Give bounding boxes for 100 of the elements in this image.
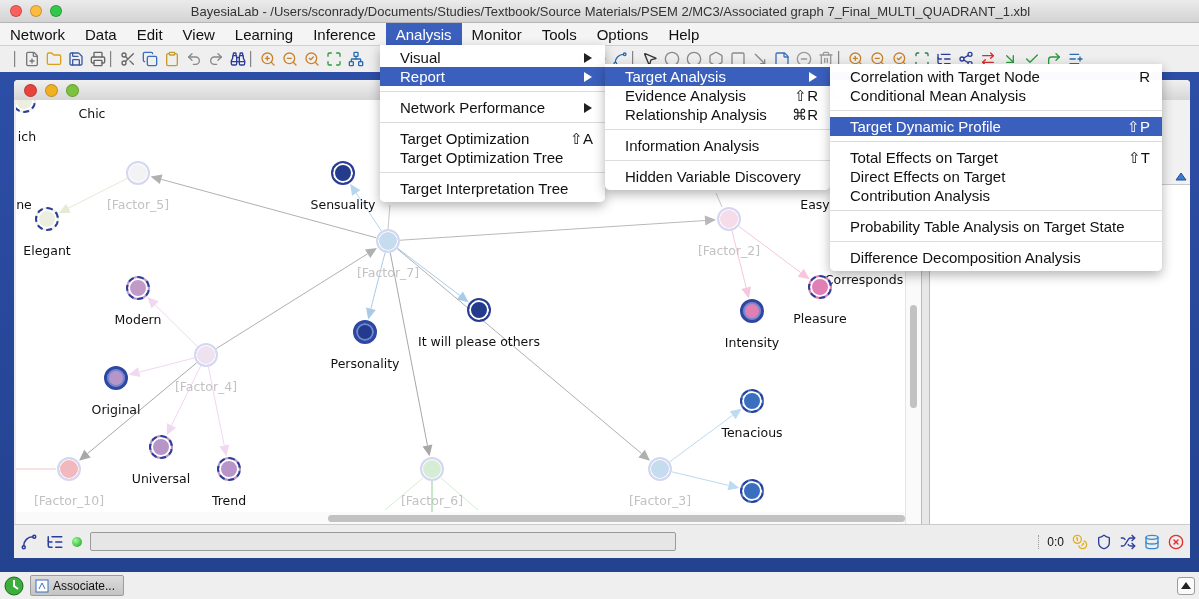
folder-icon[interactable] xyxy=(46,51,62,67)
graph-node[interactable] xyxy=(217,457,241,481)
graph-node[interactable] xyxy=(740,479,764,503)
copy-icon[interactable] xyxy=(142,51,158,67)
menu-item[interactable]: Target Optimization Tree xyxy=(380,148,605,167)
node-label: Universal xyxy=(131,470,191,486)
zoom-in-icon[interactable] xyxy=(848,51,864,67)
note-icon[interactable] xyxy=(774,51,790,67)
pointer-icon[interactable] xyxy=(642,51,658,67)
menu-item[interactable]: Difference Decomposition Analysis xyxy=(830,248,1162,267)
menu-item[interactable]: Report xyxy=(380,67,605,86)
menu-item[interactable]: Correlation with Target Node R xyxy=(830,67,1162,86)
arc-arrow xyxy=(671,471,740,491)
menu-title[interactable]: Analysis xyxy=(385,23,462,45)
menu-title[interactable]: Inference xyxy=(303,23,386,45)
menu-item[interactable]: Target Analysis xyxy=(605,67,830,86)
graph-node[interactable] xyxy=(467,298,491,322)
fit-window-icon[interactable] xyxy=(326,51,342,67)
horizontal-scrollbar[interactable] xyxy=(16,512,905,524)
binoculars-icon[interactable] xyxy=(230,51,246,67)
links-icon[interactable] xyxy=(958,51,974,67)
cut-icon[interactable] xyxy=(120,51,136,67)
close-icon[interactable] xyxy=(10,5,22,17)
node-label: Intensity xyxy=(724,334,780,350)
node-label: Elegant xyxy=(23,242,71,258)
node-label: Modern xyxy=(114,311,162,327)
graph-node[interactable] xyxy=(740,389,764,413)
arc-icon[interactable] xyxy=(20,532,38,551)
undo-icon[interactable] xyxy=(186,51,202,67)
node-label: [Factor_4] xyxy=(174,378,238,394)
menu-item[interactable]: Target Dynamic Profile ⇧P xyxy=(830,117,1162,136)
stop-icon[interactable] xyxy=(1168,533,1184,550)
menu-title[interactable]: Options xyxy=(586,23,659,45)
menu-item[interactable]: Probability Table Analysis on Target State xyxy=(830,217,1162,236)
menu-title[interactable]: Learning xyxy=(224,23,304,45)
node-label: Original xyxy=(91,401,141,417)
menu-item[interactable]: Total Effects on Target ⇧T xyxy=(830,148,1162,167)
zoom-icon[interactable] xyxy=(50,5,62,17)
graph-node[interactable] xyxy=(104,366,128,390)
zoom-icon[interactable] xyxy=(66,83,79,97)
graph-node[interactable] xyxy=(35,207,59,231)
minimize-icon[interactable] xyxy=(45,83,58,97)
graph-node[interactable] xyxy=(126,276,150,300)
node-link-icon[interactable] xyxy=(348,51,364,67)
node-label: Chic xyxy=(78,105,106,121)
menu-item[interactable]: Network Performance xyxy=(380,98,605,117)
status-light-icon xyxy=(72,536,82,547)
graph-node[interactable] xyxy=(331,161,355,185)
menu-title[interactable]: Data xyxy=(75,23,127,45)
minus-circle-icon[interactable] xyxy=(796,51,812,67)
graph-node[interactable] xyxy=(149,435,173,459)
menu-title[interactable]: Help xyxy=(658,23,710,45)
redo-icon[interactable] xyxy=(208,51,224,67)
scroll-up-icon[interactable] xyxy=(1175,172,1187,182)
menu-title[interactable]: Edit xyxy=(126,23,173,45)
zoom-in-icon[interactable] xyxy=(260,51,276,67)
status-counter: 0:0 xyxy=(1038,534,1064,549)
graph-node[interactable] xyxy=(740,299,764,323)
expand-button[interactable] xyxy=(1177,576,1195,595)
graph-node[interactable] xyxy=(353,320,377,344)
menu-title[interactable]: Tools xyxy=(531,23,587,45)
shuffle-icon[interactable] xyxy=(1120,533,1136,550)
node-label: Personality xyxy=(330,355,400,371)
printer-icon[interactable] xyxy=(90,51,106,67)
list-icon[interactable] xyxy=(936,51,952,67)
node-label: ne xyxy=(16,196,32,212)
menu-item[interactable]: Target Interpretation Tree xyxy=(380,179,605,198)
node-label: [Factor_5] xyxy=(106,196,170,212)
database-icon[interactable] xyxy=(1144,533,1160,550)
node-scan-icon[interactable] xyxy=(914,51,930,67)
zoom-out-icon[interactable] xyxy=(870,51,886,67)
zoom-reset-icon[interactable] xyxy=(304,51,320,67)
menu-item[interactable]: Relationship Analysis ⌘R xyxy=(605,105,830,124)
clock-icon[interactable] xyxy=(4,575,24,596)
menu-title[interactable]: Network xyxy=(0,23,75,45)
menu-item[interactable]: Conditional Mean Analysis xyxy=(830,86,1162,105)
corner-icon[interactable] xyxy=(1046,51,1062,67)
menu-item[interactable]: Contribution Analysis xyxy=(830,186,1162,205)
menu-item[interactable]: Evidence Analysis ⇧R xyxy=(605,86,830,105)
shield-icon[interactable] xyxy=(1096,533,1112,550)
zoom-reset-icon[interactable] xyxy=(892,51,908,67)
close-icon[interactable] xyxy=(24,83,37,97)
menu-title[interactable]: Monitor xyxy=(461,23,532,45)
hexagon-node-icon[interactable] xyxy=(708,51,724,67)
menu-item[interactable]: Target Optimization ⇧A xyxy=(380,129,605,148)
save-icon[interactable] xyxy=(68,51,84,67)
window-title: BayesiaLab - /Users/sconrady/Documents/Studies/Textbook/Source Materials/PSEM 2/MC3/Associated graph 7_Final_MULTI_QUADRANT_1.xbl xyxy=(189,3,1032,19)
menu-item[interactable]: Hidden Variable Discovery xyxy=(605,167,830,186)
list-plus-icon[interactable] xyxy=(1068,51,1084,67)
menu-item[interactable]: Information Analysis xyxy=(605,136,830,155)
paste-icon[interactable] xyxy=(164,51,180,67)
minimize-icon[interactable] xyxy=(30,5,42,17)
new-file-icon[interactable] xyxy=(24,51,40,67)
node-label: [Factor_7] xyxy=(356,264,420,280)
menu-item[interactable]: Visual xyxy=(380,48,605,67)
menu-item[interactable]: Direct Effects on Target xyxy=(830,167,1162,186)
trash-icon[interactable] xyxy=(818,51,834,67)
zoom-out-icon[interactable] xyxy=(282,51,298,67)
task-button[interactable]: Associate... xyxy=(30,575,125,596)
menu-title[interactable]: View xyxy=(172,23,225,45)
